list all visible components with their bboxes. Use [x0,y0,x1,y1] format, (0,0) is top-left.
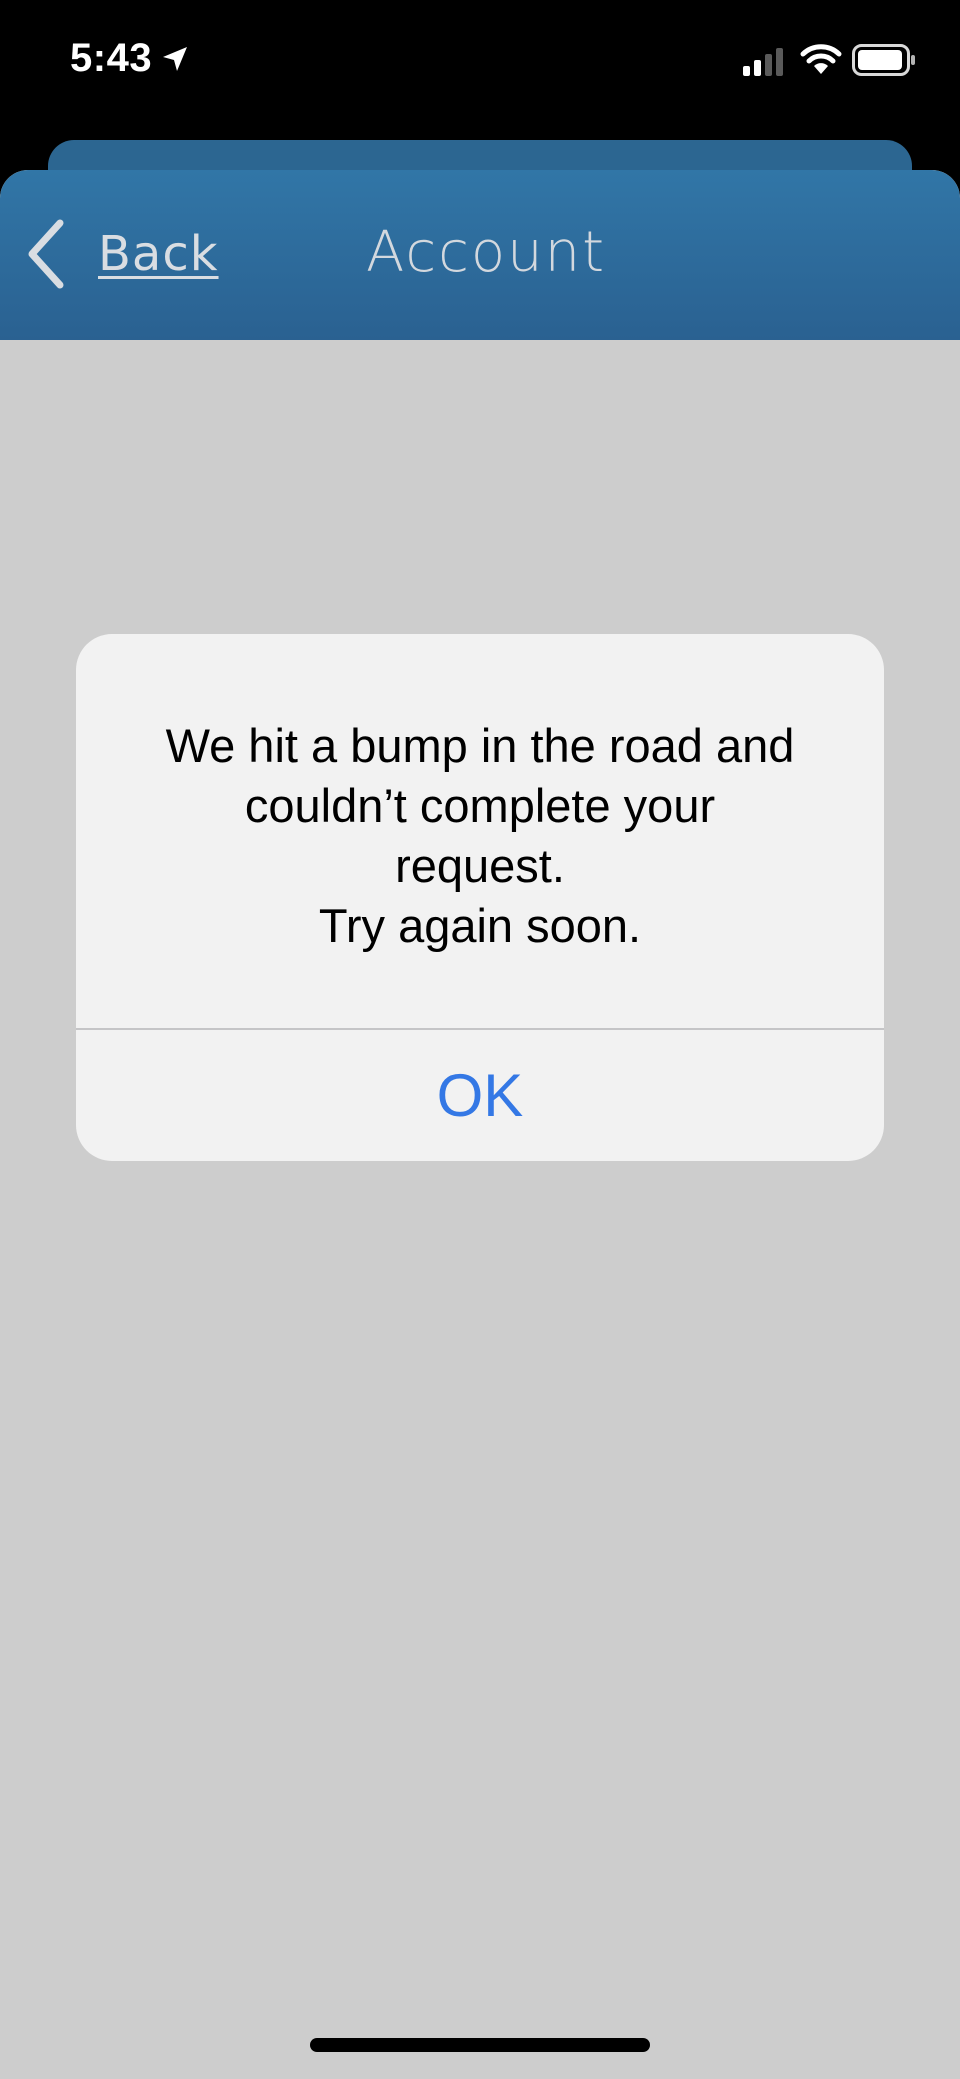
back-button[interactable]: Back [22,214,219,294]
nav-bar: Back Account [0,170,960,340]
chevron-left-icon [28,219,64,289]
home-indicator[interactable] [310,2038,650,2052]
battery-icon [852,44,915,76]
wifi-icon [800,44,842,74]
status-bar: 5:43 [0,0,960,130]
alert-message: We hit a bump in the road and couldn’t c… [165,719,795,952]
location-arrow-icon [163,47,187,71]
back-label: Back [98,226,219,282]
cellular-signal-icon [743,48,783,76]
page-title: Account [366,220,607,285]
ok-button[interactable]: OK [76,1030,884,1161]
error-alert-dialog: We hit a bump in the road and couldn’t c… [76,634,884,1161]
status-time: 5:43 [70,36,153,80]
